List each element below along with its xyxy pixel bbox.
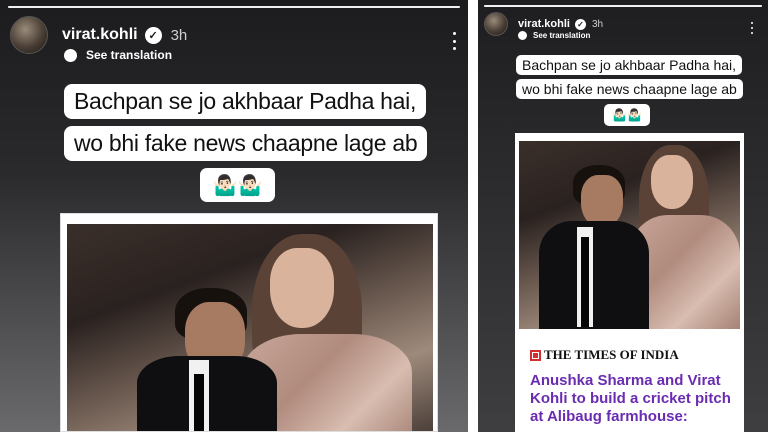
story-progress-fill [8,6,460,8]
avatar[interactable] [10,16,48,54]
see-translation-label: See translation [533,31,591,40]
post-photo [519,141,740,329]
caption-line-2: wo bhi fake news chaapne lage ab [64,126,428,161]
post-photo [67,224,433,431]
shared-post-card[interactable]: THE TIMES OF INDIA Anushka Sharma and Vi… [515,133,744,432]
timestamp: 3h [591,18,604,30]
see-translation-label: See translation [86,48,173,62]
toi-logo-icon [530,349,541,361]
story-progress-fill [484,5,762,7]
news-headline: Anushka Sharma and Virat Kohli to build … [530,372,731,425]
caption-line-2: wo bhi fake news chaapne lage ab [516,79,743,99]
username[interactable]: virat.kohli [62,26,138,44]
caption-emojis: 🤷🏻‍♂️🤷🏻‍♂️ [604,104,650,126]
see-translation-button[interactable]: See translation [518,31,590,40]
story-panel-right: virat.kohli ✓ 3h See translation Bachpan… [478,0,768,432]
publisher-name: THE TIMES OF INDIA [544,347,679,362]
shared-post-card[interactable] [60,213,438,432]
caption-line-1: Bachpan se jo akhbaar Padha hai, [64,84,427,119]
story-progress-bar [484,5,762,7]
verified-badge-icon: ✓ [574,18,586,30]
username[interactable]: virat.kohli [518,18,570,30]
translate-icon [64,48,77,62]
news-snippet: THE TIMES OF INDIA Anushka Sharma and Vi… [515,329,744,432]
avatar[interactable] [484,12,508,36]
timestamp: 3h [170,26,188,44]
caption-emojis: 🤷🏻‍♂️🤷🏻‍♂️ [200,168,275,202]
translate-icon [518,31,527,40]
story-panel-left: virat.kohli ✓ 3h See translation Bachpan… [0,0,468,432]
see-translation-button[interactable]: See translation [64,48,172,62]
caption-line-1: Bachpan se jo akhbaar Padha hai, [516,55,743,75]
more-options-icon[interactable] [750,22,754,34]
verified-badge-icon: ✓ [144,26,162,44]
publisher-row: THE TIMES OF INDIA [530,347,679,363]
more-options-icon[interactable] [451,32,457,50]
story-progress-bar [8,6,460,8]
